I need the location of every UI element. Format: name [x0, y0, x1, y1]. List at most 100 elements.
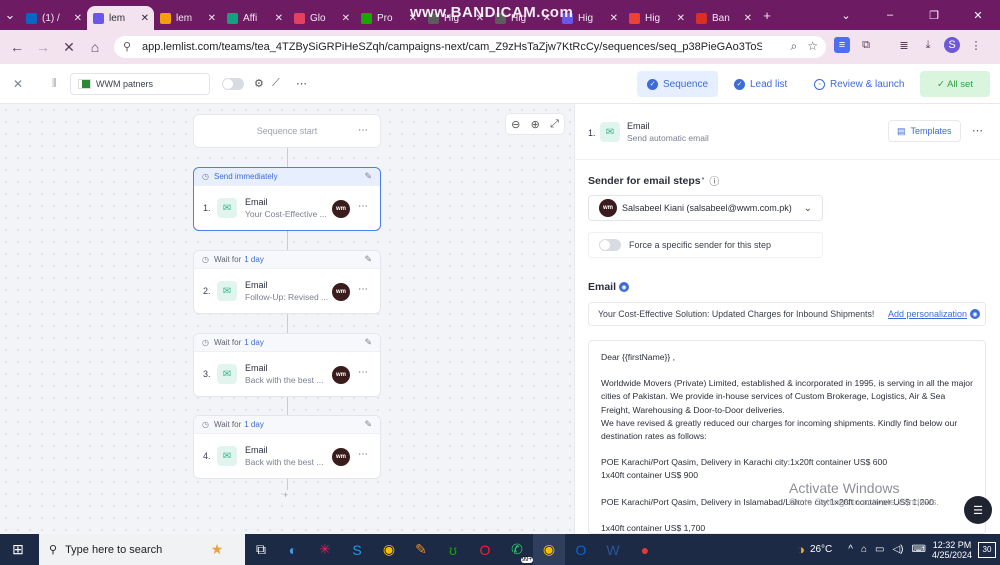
add-step-icon[interactable]: +: [283, 490, 288, 500]
kebab-menu-icon[interactable]: ⋯: [358, 201, 368, 212]
edge-icon[interactable]: ◐: [277, 534, 309, 565]
new-tab-button[interactable]: +: [757, 5, 777, 25]
browser-menu-icon[interactable]: ⋮: [968, 37, 984, 53]
lemlist-extension-icon[interactable]: ≡: [834, 37, 850, 53]
chrome-active-icon[interactable]: ◉: [533, 534, 565, 565]
keyboard-icon[interactable]: ⌨: [912, 544, 926, 555]
sequence-start-node[interactable]: Sequence start ⋯: [193, 114, 381, 148]
edit-pencil-icon[interactable]: ✎: [364, 419, 372, 430]
tab-review-launch[interactable]: ◦ Review & launch: [804, 71, 914, 97]
zoom-out-icon[interactable]: ⊖: [511, 118, 520, 131]
step-body[interactable]: 3. ✉ Email Back with the best ... wm ⋯: [194, 352, 380, 396]
close-tab-icon[interactable]: ✕: [141, 13, 149, 24]
browser-tab[interactable]: Glo ✕: [288, 6, 355, 30]
settings-icon[interactable]: ⚙: [254, 77, 264, 90]
word-icon[interactable]: W: [597, 534, 629, 565]
tab-lead-list[interactable]: ✓ Lead list: [724, 71, 797, 97]
minimize-icon[interactable]: –: [868, 9, 912, 21]
kebab-menu-icon[interactable]: ⋯: [358, 367, 368, 378]
step-body[interactable]: 2. ✉ Email Follow-Up: Revised ... wm ⋯: [194, 269, 380, 313]
volume-icon[interactable]: ◁): [892, 544, 903, 555]
sequence-step-card[interactable]: ◷ Send immediately ✎ 1. ✉ Email Your Cost-Effe…: [193, 167, 381, 231]
opera-icon[interactable]: O: [469, 534, 501, 565]
browser-tab[interactable]: Hig ✕: [623, 6, 690, 30]
campaign-toggle[interactable]: [222, 78, 244, 90]
close-editor-icon[interactable]: ✕: [13, 77, 23, 91]
whatsapp-icon[interactable]: ✆ 99+: [501, 534, 533, 565]
kebab-menu-icon[interactable]: ⋯: [358, 284, 368, 295]
stats-chart-icon[interactable]: ⟋: [272, 77, 280, 90]
address-bar[interactable]: ⚲ app.lemlist.com/teams/tea_4TZBySiGRPiH…: [114, 36, 826, 58]
media-control-icon[interactable]: ≣: [896, 37, 912, 53]
chat-support-button[interactable]: ☰: [964, 496, 992, 524]
kebab-menu-icon[interactable]: ⋯: [358, 449, 368, 460]
download-icon[interactable]: ⤓: [920, 37, 936, 53]
step-delay-bar[interactable]: ◷ Wait for 1 day ✎: [194, 251, 380, 269]
tab-search-icon[interactable]: ⌄: [0, 5, 20, 25]
close-tab-icon[interactable]: ✕: [342, 13, 350, 24]
close-tab-icon[interactable]: ✕: [744, 13, 752, 24]
close-window-icon[interactable]: ✕: [956, 9, 1000, 22]
site-info-icon[interactable]: ⚲: [123, 40, 131, 53]
campaign-name-field[interactable]: WWM patners: [70, 73, 210, 95]
skype-icon[interactable]: S: [341, 534, 373, 565]
weather-temp[interactable]: 26°C: [810, 544, 832, 555]
step-delay-bar[interactable]: ◷ Send immediately ✎: [194, 168, 380, 186]
sequence-step-card[interactable]: ◷ Wait for 1 day ✎ 4. ✉ Email Back with the bes…: [193, 415, 381, 479]
clock[interactable]: 12:32 PM 4/25/2024: [932, 540, 972, 560]
sequence-step-card[interactable]: ◷ Wait for 1 day ✎ 2. ✉ Email Follow-Up: Revise…: [193, 250, 381, 314]
slack-icon[interactable]: ✳: [309, 534, 341, 565]
kebab-menu-icon[interactable]: ⋯: [972, 124, 983, 137]
add-personalization-link[interactable]: Add personalization: [888, 309, 967, 319]
subject-input[interactable]: Your Cost-Effective Solution: Updated Ch…: [588, 302, 986, 326]
back-icon[interactable]: ←: [4, 39, 30, 55]
close-tab-icon[interactable]: ✕: [677, 13, 685, 24]
close-tab-icon[interactable]: ✕: [208, 13, 216, 24]
windows-start-icon[interactable]: ⊞: [2, 534, 34, 565]
zoom-in-icon[interactable]: ⊕: [531, 118, 540, 131]
bookmark-star-icon[interactable]: ☆: [807, 39, 818, 54]
profile-avatar[interactable]: S: [944, 37, 960, 53]
kebab-menu-icon[interactable]: ⋯: [358, 125, 368, 136]
close-tab-icon[interactable]: ✕: [275, 13, 283, 24]
notifications-button[interactable]: 30: [978, 541, 996, 558]
restore-icon[interactable]: ❐: [912, 9, 956, 22]
edit-pencil-icon[interactable]: ✎: [364, 254, 372, 265]
browser-tab[interactable]: lem ✕: [87, 6, 154, 30]
network-icon[interactable]: ⌂: [861, 544, 867, 555]
edit-pencil-icon[interactable]: ✎: [364, 337, 372, 348]
all-set-status-button[interactable]: ✓ All set: [920, 71, 990, 97]
upwork-icon[interactable]: ʊ: [437, 534, 469, 565]
zoom-lens-icon[interactable]: ⌕: [791, 39, 798, 54]
bandicam-icon[interactable]: ●: [629, 534, 661, 565]
close-tab-icon[interactable]: ✕: [610, 13, 618, 24]
task-view-icon[interactable]: ⧉: [245, 534, 277, 565]
app-icon[interactable]: ✎: [405, 534, 437, 565]
more-options-icon[interactable]: ⋯: [296, 77, 307, 90]
fit-view-icon[interactable]: ⤢: [550, 118, 559, 131]
edit-pencil-icon[interactable]: ✎: [364, 171, 372, 182]
ai-assist-icon[interactable]: ◉: [619, 282, 630, 292]
step-delay-bar[interactable]: ◷ Wait for 1 day ✎: [194, 416, 380, 434]
templates-button[interactable]: ▤ Templates: [888, 120, 961, 142]
stop-loading-icon[interactable]: ✕: [56, 39, 82, 56]
extensions-puzzle-icon[interactable]: ⧉: [858, 37, 874, 53]
browser-tab[interactable]: lem ✕: [154, 6, 221, 30]
force-sender-toggle[interactable]: [599, 239, 621, 251]
step-body[interactable]: 1. ✉ Email Your Cost-Effective ... wm ⋯: [194, 186, 380, 230]
tray-chevron-icon[interactable]: ^: [848, 544, 853, 555]
browser-tab[interactable]: Ban ✕: [690, 6, 757, 30]
browser-tab[interactable]: (1) / ✕: [20, 6, 87, 30]
step-body[interactable]: 4. ✉ Email Back with the best ... wm ⋯: [194, 434, 380, 478]
battery-icon[interactable]: ▭: [875, 544, 884, 555]
forward-icon[interactable]: →: [30, 39, 56, 55]
step-delay-bar[interactable]: ◷ Wait for 1 day ✎: [194, 334, 380, 352]
ai-assist-icon[interactable]: ◉: [970, 309, 980, 319]
taskbar-search[interactable]: ⚲ Type here to search: [39, 534, 189, 565]
info-icon[interactable]: ⓘ: [709, 173, 719, 188]
sender-select[interactable]: wm Salsabeel Kiani (salsabeel@wwm.com.pk…: [588, 195, 823, 221]
collapse-icon[interactable]: ⌄: [824, 9, 868, 22]
tab-sequence[interactable]: ✓ Sequence: [637, 71, 719, 97]
outlook-icon[interactable]: O: [565, 534, 597, 565]
chrome-icon[interactable]: ◉: [373, 534, 405, 565]
